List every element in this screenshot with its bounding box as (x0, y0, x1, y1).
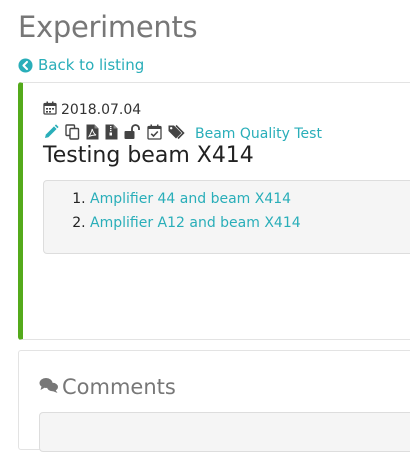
linked-items-box: Amplifier 44 and beam X414 Amplifier A12… (43, 180, 410, 254)
calendar-icon (43, 101, 57, 119)
duplicate-icon[interactable] (65, 124, 80, 144)
linked-items-list: Amplifier 44 and beam X414 Amplifier A12… (44, 181, 410, 235)
tags-icon (168, 124, 187, 144)
timestamp-icon[interactable] (147, 124, 162, 144)
pdf-icon[interactable] (86, 124, 99, 144)
pencil-icon[interactable] (43, 124, 59, 144)
action-toolbar: Beam Quality Test (43, 124, 322, 144)
comment-input-box[interactable] (39, 412, 410, 452)
experiment-card: 2018.07.04 Beam Quality Test Testing bea… (18, 82, 410, 340)
comments-heading: Comments (39, 375, 176, 399)
page-title: Experiments (18, 10, 198, 44)
experiment-title: Testing beam X414 (43, 143, 254, 168)
list-item: Amplifier A12 and beam X414 (90, 211, 410, 235)
date-row: 2018.07.04 (43, 101, 141, 119)
tag-link[interactable]: Beam Quality Test (195, 126, 322, 142)
comments-card: Comments (18, 350, 410, 452)
comments-title: Comments (62, 375, 176, 399)
linked-item-link[interactable]: Amplifier 44 and beam X414 (90, 191, 291, 207)
experiment-date: 2018.07.04 (61, 102, 142, 118)
list-item: Amplifier 44 and beam X414 (90, 187, 410, 211)
linked-item-link[interactable]: Amplifier A12 and beam X414 (90, 215, 301, 231)
lock-icon[interactable] (124, 124, 141, 144)
comments-icon (39, 375, 59, 399)
chevron-circle-left-icon (18, 57, 33, 73)
back-link-label: Back to listing (38, 56, 145, 74)
back-to-listing-link[interactable]: Back to listing (18, 56, 144, 74)
zip-file-icon[interactable] (105, 124, 118, 144)
